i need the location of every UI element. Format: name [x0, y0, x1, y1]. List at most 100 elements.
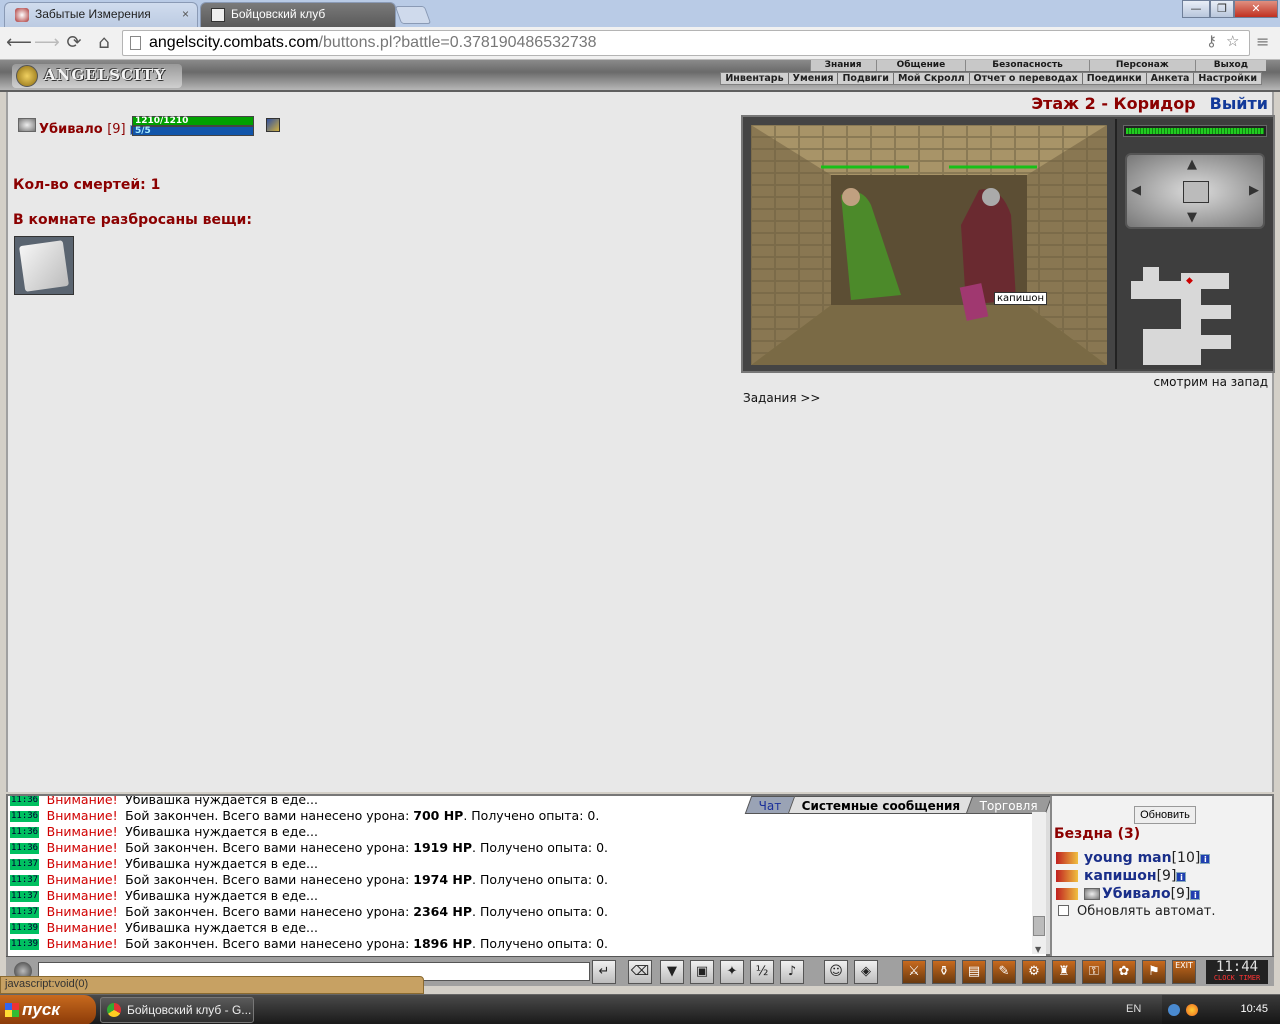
arrow-down-icon[interactable]: ▼	[1187, 210, 1197, 225]
minimize-button[interactable]: —	[1182, 0, 1210, 18]
reload-icon[interactable]: ⟳	[62, 32, 86, 54]
smiley-icon[interactable]: ☺	[824, 960, 848, 984]
tasks-link[interactable]: Задания >>	[743, 391, 820, 405]
menu-podvigi[interactable]: Подвиги	[837, 73, 892, 84]
scroll-item-icon[interactable]	[19, 240, 69, 292]
menu-icon[interactable]: ≡	[1256, 32, 1269, 51]
user-row[interactable]: young man[10] i	[1056, 850, 1211, 866]
menu-poedinki[interactable]: Поединки	[1081, 73, 1146, 84]
send-enter-icon[interactable]: ↵	[592, 960, 616, 984]
menu-nastroiki[interactable]: Настройки	[1193, 73, 1261, 84]
filter-icon[interactable]: ▼	[660, 960, 684, 984]
attack-icon[interactable]	[1056, 888, 1078, 900]
user-name[interactable]: капишон	[1084, 868, 1157, 884]
scroll-down-icon[interactable]: ▼	[1035, 945, 1041, 954]
chat-scrollbar[interactable]: ▼	[1032, 812, 1046, 954]
gear-icon[interactable]: ⚙	[1022, 960, 1046, 984]
chat-time[interactable]: 11:36	[10, 811, 40, 822]
chat-time[interactable]: 11:37	[10, 859, 40, 870]
refresh-button[interactable]: Обновить	[1134, 806, 1196, 824]
start-button[interactable]: пуск	[0, 995, 96, 1024]
menu-znaniya[interactable]: Знания	[809, 60, 876, 71]
helmet-icon[interactable]: ◈	[854, 960, 878, 984]
location-name: Этаж 2 - Коридор	[1031, 94, 1196, 113]
user-name[interactable]: Убивало	[1102, 886, 1171, 902]
tab-system-messages[interactable]: Системные сообщения	[787, 796, 975, 814]
flag-icon[interactable]: ⚑	[1142, 960, 1166, 984]
menu-otchet[interactable]: Отчет о переводах	[968, 73, 1082, 84]
sound-icon[interactable]: ♪	[780, 960, 804, 984]
save-log-icon[interactable]: ▣	[690, 960, 714, 984]
tab-zabytye-izmereniya[interactable]: Забытые Измерения ×	[4, 2, 198, 27]
run-icon[interactable]: ✦	[720, 960, 744, 984]
chat-time[interactable]: 11:39	[10, 939, 40, 950]
paw-icon[interactable]: ✿	[1112, 960, 1136, 984]
eraser-icon[interactable]: ⌫	[628, 960, 652, 984]
chat-log[interactable]: 11:36 Внимание! Убивашка нуждается в еде…	[8, 796, 1046, 956]
taskbar-item-chrome[interactable]: Бойцовский клуб - G...	[100, 997, 254, 1023]
menu-obshchenie[interactable]: Общение	[875, 60, 966, 71]
chest-icon[interactable]: ▤	[962, 960, 986, 984]
item-slot[interactable]	[14, 236, 74, 295]
menu-moi-skroll[interactable]: Мой Скролл	[892, 73, 969, 84]
rotate-center-icon[interactable]	[1183, 181, 1209, 203]
address-bar[interactable]: angelscity.combats.com/buttons.pl?battle…	[122, 30, 1250, 56]
close-tab-icon[interactable]: ×	[182, 7, 189, 21]
chat-message: Бой закончен. Всего вами нанесено урона:	[125, 936, 414, 951]
info-icon[interactable]: i	[1176, 872, 1187, 882]
scroll-icon[interactable]: ✎	[992, 960, 1016, 984]
menu-personazh[interactable]: Персонаж	[1088, 60, 1195, 71]
user-row[interactable]: капишон[9] i	[1056, 868, 1187, 884]
auto-refresh-checkbox[interactable]	[1058, 905, 1069, 916]
lock-icon[interactable]: ⚿	[1082, 960, 1106, 984]
tab-chat-label: Чат	[758, 799, 782, 813]
menu-anketa[interactable]: Анкета	[1145, 73, 1194, 84]
language-indicator[interactable]: EN	[1126, 1003, 1141, 1015]
potion-icon[interactable]: ⚱	[932, 960, 956, 984]
star-icon[interactable]: ☆	[1226, 32, 1239, 50]
key-icon[interactable]: ⚷	[1206, 32, 1217, 50]
tab-boitsovskii-klub[interactable]: Бойцовский клуб	[200, 2, 396, 27]
attack-icon[interactable]	[1056, 870, 1078, 882]
attack-icon[interactable]	[1056, 852, 1078, 864]
exit-link[interactable]: Выйти	[1210, 94, 1268, 113]
menu-vyhod[interactable]: Выход	[1194, 60, 1266, 71]
chat-time[interactable]: 11:37	[10, 891, 40, 902]
close-window-button[interactable]: ✕	[1234, 0, 1278, 18]
menu-bezopasnost[interactable]: Безопасность	[965, 60, 1089, 71]
corridor-scene[interactable]: капишон	[751, 125, 1107, 365]
app-tray-icon[interactable]	[1186, 1004, 1198, 1016]
info-icon[interactable]: i	[1200, 854, 1211, 864]
chat-time[interactable]: 11:37	[10, 907, 40, 918]
menu-umeniya[interactable]: Умения	[787, 73, 838, 84]
info-icon[interactable]: i	[1190, 890, 1201, 900]
chat-time[interactable]: 11:37	[10, 875, 40, 886]
arrow-left-icon[interactable]: ◀	[1131, 183, 1141, 198]
npc-label[interactable]: капишон	[994, 292, 1048, 305]
os-taskbar: пуск Бойцовский клуб - G... EN 10:45	[0, 994, 1280, 1024]
restore-button[interactable]: ❐	[1210, 0, 1234, 18]
home-icon[interactable]: ⌂	[92, 32, 116, 54]
scrollbar-thumb[interactable]	[1033, 916, 1045, 936]
menu-inventar[interactable]: Инвентарь	[721, 73, 787, 84]
new-tab-button[interactable]	[394, 6, 432, 24]
game-clock: 11:44 CLOCK TIMER	[1206, 960, 1268, 984]
clan-icon[interactable]	[266, 118, 280, 132]
arrow-right-icon[interactable]: ▶	[1249, 183, 1259, 198]
forward-arrow-icon[interactable]: ⟶	[34, 32, 60, 54]
sword-icon[interactable]: ⚔	[902, 960, 926, 984]
auto-refresh-option[interactable]: Обновлять автомат.	[1058, 904, 1216, 919]
chat-time[interactable]: 11:39	[10, 923, 40, 934]
chat-time[interactable]: 11:36	[10, 796, 40, 806]
user-name[interactable]: young man	[1084, 850, 1172, 866]
character-name[interactable]: Убивало [9] i	[39, 122, 141, 137]
exit-button[interactable]: EXIT	[1172, 960, 1196, 984]
arrow-up-icon[interactable]: ▲	[1187, 157, 1197, 172]
armor-icon[interactable]: ♜	[1052, 960, 1076, 984]
chat-time[interactable]: 11:36	[10, 843, 40, 854]
chat-time[interactable]: 11:36	[10, 827, 40, 838]
user-row[interactable]: Убивало[9] i	[1056, 886, 1201, 902]
back-arrow-icon[interactable]: ⟵	[6, 32, 32, 54]
network-icon[interactable]	[1168, 1004, 1180, 1016]
fraction-icon[interactable]: ½	[750, 960, 774, 984]
